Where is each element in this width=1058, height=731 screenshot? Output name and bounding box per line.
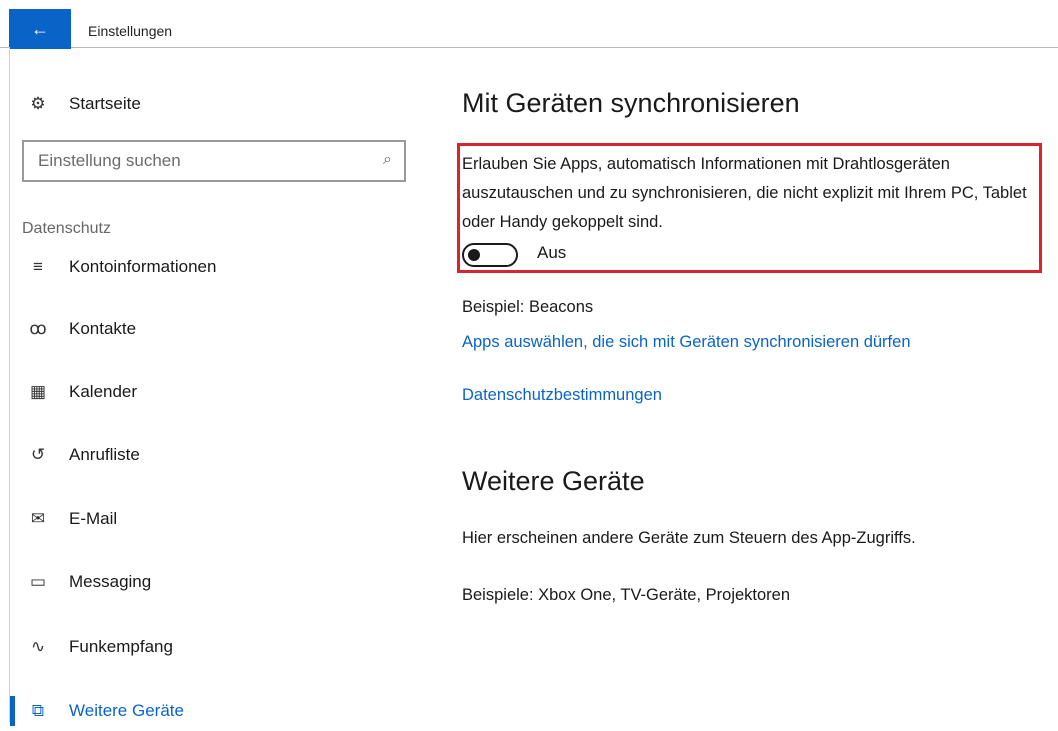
mail-icon: ✉ bbox=[30, 509, 46, 528]
sidebar-item-calendar[interactable]: ▦ Kalender bbox=[10, 372, 137, 412]
sidebar-item-messaging[interactable]: ▭ Messaging bbox=[10, 562, 151, 602]
privacy-link[interactable]: Datenschutzbestimmungen bbox=[462, 386, 662, 405]
search-placeholder: Einstellung suchen bbox=[38, 151, 181, 170]
other-devices-title: Weitere Geräte bbox=[462, 466, 645, 496]
sidebar-item-other-devices[interactable]: ⧉ Weitere Geräte bbox=[10, 691, 184, 731]
gear-icon: ⚙ bbox=[30, 94, 46, 113]
sidebar-item-label: Kontakte bbox=[69, 319, 137, 338]
section-heading: Datenschutz bbox=[22, 220, 111, 237]
message-icon: ▭ bbox=[29, 572, 47, 591]
sidebar-item-label: Messaging bbox=[69, 572, 152, 591]
sidebar-item-label: Kalender bbox=[69, 382, 138, 401]
sidebar-item-label: Funkempfang bbox=[69, 637, 173, 656]
title-bar: ← Einstellungen bbox=[0, 0, 1058, 49]
apps-select-link[interactable]: Apps auswählen, die sich mit Geräten syn… bbox=[462, 333, 911, 352]
history-icon: ↺ bbox=[30, 445, 46, 464]
calendar-icon: ▦ bbox=[29, 382, 47, 401]
example-text: Beispiel: Beacons bbox=[462, 298, 594, 316]
sidebar-item-home[interactable]: ⚙ Startseite bbox=[10, 84, 141, 124]
devices-icon: ⧉ bbox=[31, 701, 45, 720]
other-devices-examples: Beispiele: Xbox One, TV-Geräte, Projekto… bbox=[462, 586, 791, 604]
sync-title: Mit Geräten synchronisieren bbox=[462, 88, 800, 118]
account-info-icon: ≡ bbox=[33, 257, 43, 276]
radio-antenna-icon: ∿ bbox=[30, 637, 46, 656]
sync-toggle[interactable] bbox=[462, 243, 518, 267]
toggle-knob bbox=[468, 249, 480, 261]
sidebar-item-label: Kontoinformationen bbox=[69, 257, 217, 276]
sidebar-item-account-info[interactable]: ≡ Kontoinformationen bbox=[10, 247, 216, 287]
sidebar-item-call-history[interactable]: ↺ Anrufliste bbox=[10, 435, 140, 475]
contacts-icon: ꝏ bbox=[29, 319, 47, 338]
toggle-state-label: Aus bbox=[537, 243, 567, 262]
back-arrow-icon: ← bbox=[31, 18, 49, 39]
sidebar-item-contacts[interactable]: ꝏ Kontakte bbox=[10, 309, 136, 349]
sync-description: Erlauben Sie Apps, automatisch Informati… bbox=[462, 155, 1027, 231]
sidebar-item-email[interactable]: ✉ E-Mail bbox=[10, 499, 117, 539]
sidebar-item-label: E-Mail bbox=[69, 509, 118, 528]
sidebar-item-label: Weitere Geräte bbox=[69, 701, 184, 720]
other-devices-description: Hier erscheinen andere Geräte zum Steuer… bbox=[462, 529, 916, 547]
app-title: Einstellungen bbox=[88, 23, 173, 39]
sidebar-item-radios[interactable]: ∿ Funkempfang bbox=[10, 627, 173, 667]
sidebar-item-label: Startseite bbox=[69, 94, 141, 113]
search-icon[interactable]: ⌕ bbox=[383, 151, 392, 169]
sidebar-item-label: Anrufliste bbox=[69, 445, 140, 464]
back-button[interactable]: ← bbox=[9, 9, 71, 49]
search-input[interactable]: Einstellung suchen ⌕ bbox=[22, 140, 406, 182]
sidebar: ⚙ Startseite Einstellung suchen ⌕ Datens… bbox=[10, 47, 430, 726]
